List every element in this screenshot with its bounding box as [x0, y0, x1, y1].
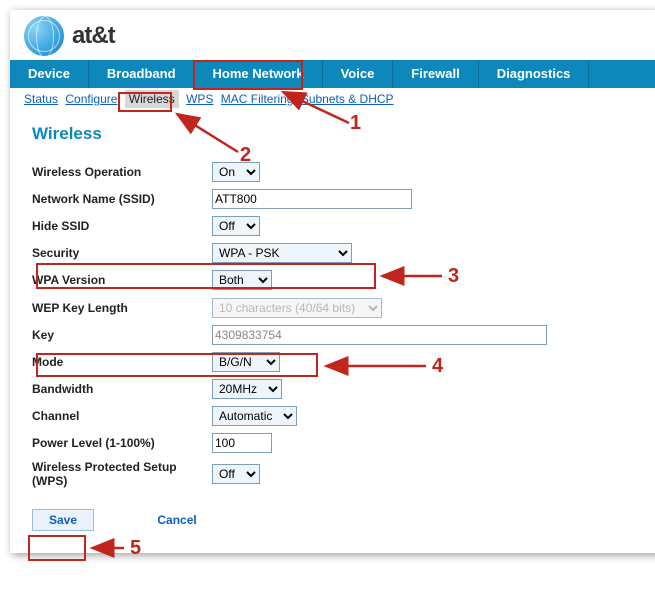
label-hide-ssid: Hide SSID: [32, 219, 212, 233]
tab-voice[interactable]: Voice: [323, 60, 394, 88]
subnav-mac-filtering[interactable]: MAC Filtering: [221, 92, 294, 106]
subnav-wireless[interactable]: Wireless: [125, 90, 179, 108]
label-ssid: Network Name (SSID): [32, 192, 212, 206]
sub-nav: Status Configure Wireless WPS MAC Filter…: [10, 88, 655, 110]
subnav-wps[interactable]: WPS: [186, 92, 213, 106]
label-security: Security: [32, 246, 212, 260]
tab-firewall[interactable]: Firewall: [393, 60, 478, 88]
subnav-status[interactable]: Status: [24, 92, 58, 106]
label-wpa-version: WPA Version: [32, 273, 212, 287]
tab-broadband[interactable]: Broadband: [89, 60, 195, 88]
subnav-configure[interactable]: Configure: [65, 92, 117, 106]
label-wps: Wireless Protected Setup (WPS): [32, 460, 212, 488]
save-button[interactable]: Save: [32, 509, 94, 531]
main-nav: Device Broadband Home Network Voice Fire…: [10, 60, 655, 88]
select-security[interactable]: WPA - PSK: [212, 243, 352, 263]
page-title: Wireless: [32, 124, 638, 144]
input-ssid[interactable]: [212, 189, 412, 209]
select-mode[interactable]: B/G/N: [212, 352, 280, 372]
label-key: Key: [32, 328, 212, 342]
label-wireless-operation: Wireless Operation: [32, 165, 212, 179]
select-wireless-operation[interactable]: On: [212, 162, 260, 182]
select-wpa-version[interactable]: Both: [212, 270, 272, 290]
tab-home-network[interactable]: Home Network: [195, 60, 323, 88]
label-wep-key-length: WEP Key Length: [32, 301, 212, 315]
cancel-link[interactable]: Cancel: [157, 513, 196, 527]
tab-diagnostics[interactable]: Diagnostics: [479, 60, 590, 88]
subnav-subnets-dhcp[interactable]: Subnets & DHCP: [301, 92, 394, 106]
att-globe-icon: [24, 16, 64, 56]
input-key[interactable]: [212, 325, 547, 345]
select-bandwidth[interactable]: 20MHz: [212, 379, 282, 399]
label-bandwidth: Bandwidth: [32, 382, 212, 396]
label-power-level: Power Level (1-100%): [32, 436, 212, 450]
tab-device[interactable]: Device: [10, 60, 89, 88]
label-mode: Mode: [32, 355, 212, 369]
label-channel: Channel: [32, 409, 212, 423]
select-wps[interactable]: Off: [212, 464, 260, 484]
select-wep-key-length: 10 characters (40/64 bits): [212, 298, 382, 318]
select-hide-ssid[interactable]: Off: [212, 216, 260, 236]
brand-text: at&t: [72, 22, 115, 50]
header: at&t: [10, 10, 655, 60]
input-power-level[interactable]: [212, 433, 272, 453]
select-channel[interactable]: Automatic: [212, 406, 297, 426]
